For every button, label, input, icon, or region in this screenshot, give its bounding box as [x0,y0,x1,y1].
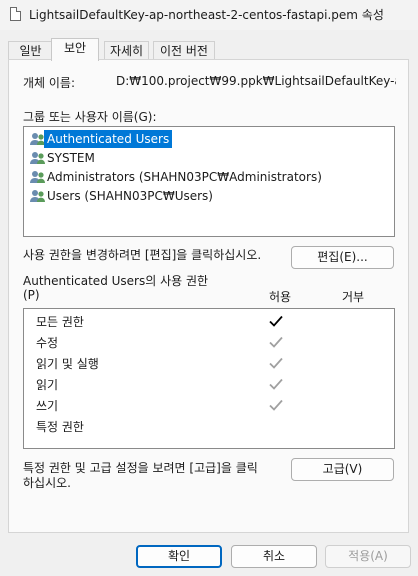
ok-button[interactable]: 확인 [136,545,222,568]
groups-label: 그룹 또는 사용자 이름(G): [23,110,157,124]
title-bar: LightsailDefaultKey-ap-northeast-2-cento… [0,0,418,30]
permission-row: 읽기 및 실행 [24,353,394,374]
permission-row: 읽기 [24,374,394,395]
tab-details[interactable]: 자세히 [104,41,149,60]
permission-name: 읽기 및 실행 [36,357,99,371]
users-icon [30,190,45,202]
tab-general[interactable]: 일반 [8,41,53,60]
object-name-label: 개체 이름: [23,76,76,90]
group-label-administrators: Administrators (SHAHN03PC₩Administrators… [47,170,322,184]
group-label-users: Users (SHAHN03PC₩Users) [47,189,213,203]
allow-check-icon [268,313,284,329]
permission-row: 모든 권한 [24,311,394,332]
permission-name: 읽기 [36,378,59,392]
permissions-title-accelerator: (P) [23,288,40,302]
list-item[interactable]: Users (SHAHN03PC₩Users) [26,187,392,205]
group-label-system: SYSTEM [47,151,95,165]
permission-name: 특정 권한 [36,420,84,434]
apply-button[interactable]: 적용(A) [325,545,411,568]
allow-check-icon [268,397,284,413]
advanced-hint-line2: 하십시오. [23,476,71,490]
permission-name: 쓰기 [36,399,59,413]
cancel-button[interactable]: 취소 [231,545,317,568]
group-label-authenticated-users: Authenticated Users [44,130,173,148]
permission-name: 수정 [36,336,59,350]
list-item[interactable]: Administrators (SHAHN03PC₩Administrators… [26,168,392,186]
permission-row: 특정 권한 [24,416,394,437]
file-icon [10,7,21,21]
edit-hint: 사용 권한을 변경하려면 [편집]을 클릭하십시오. [23,248,262,262]
permissions-title: Authenticated Users의 사용 권한 [23,274,209,288]
allow-column-header: 허용 [269,290,292,304]
object-name-value: D:₩100.project₩99.ppk₩LightsailDefaultKe… [116,74,396,88]
list-item[interactable]: Authenticated Users [26,130,392,148]
permission-row: 쓰기 [24,395,394,416]
tab-security[interactable]: 보안 [51,38,99,61]
permission-row: 수정 [24,332,394,353]
permission-name: 모든 권한 [36,315,84,329]
window-title: LightsailDefaultKey-ap-northeast-2-cento… [29,8,384,22]
groups-listbox[interactable]: Authenticated Users SYSTEM Administrator… [23,126,395,237]
allow-check-icon [268,334,284,350]
users-icon [30,152,45,164]
users-icon [30,171,45,183]
allow-check-icon [268,376,284,392]
advanced-button[interactable]: 고급(V) [291,458,394,481]
deny-column-header: 거부 [342,290,365,304]
list-item[interactable]: SYSTEM [26,149,392,167]
edit-button[interactable]: 편집(E)... [291,246,394,269]
allow-check-icon [268,355,284,371]
permissions-list: 모든 권한 수정 읽기 및 실행 읽기 쓰기 특정 권한 [23,308,395,449]
tab-previous-versions[interactable]: 이전 버전 [153,41,215,60]
